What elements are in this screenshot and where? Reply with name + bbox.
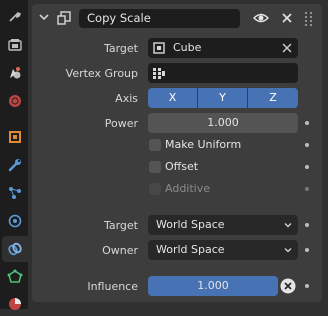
tab-world[interactable] [2,88,28,114]
tab-particles[interactable] [2,180,28,206]
chevron-down-icon[interactable] [38,11,50,23]
vertex-group-label: Vertex Group [65,67,138,80]
render-icon [8,39,22,51]
keyframe-dot-icon[interactable] [305,248,309,252]
owner-space-label: Owner [102,244,138,257]
object-type-icon [153,42,165,54]
tab-render[interactable] [2,32,28,58]
power-slider[interactable]: 1.000 [148,113,298,133]
owner-space-dropdown[interactable]: World Space [148,240,298,260]
target-label: Target [103,42,138,55]
tab-constraints[interactable] [2,236,28,262]
tab-material[interactable] [2,290,28,316]
constraint-header: Copy Scale [32,6,322,30]
power-label: Power [104,117,138,130]
physics-icon [8,214,22,228]
constraints-icon [8,242,22,256]
particles-icon [9,187,21,199]
axis-z-toggle[interactable]: Z [248,88,298,108]
tool-icon [9,12,22,22]
tab-data[interactable] [2,264,28,290]
data-icon [7,269,23,283]
influence-label: Influence [87,280,138,293]
chevron-down-icon [284,248,292,253]
keyframe-dot-icon[interactable] [305,284,309,288]
world-icon [9,95,21,107]
tab-modifiers[interactable] [2,152,28,178]
make-uniform-checkbox[interactable] [149,139,161,151]
tab-tool[interactable] [2,4,28,30]
axis-x-toggle[interactable]: X [148,88,197,108]
keyframe-dot-icon[interactable] [305,143,309,147]
make-uniform-label[interactable]: Make Uniform [165,138,241,151]
tab-output[interactable] [2,60,28,86]
tab-physics[interactable] [2,208,28,234]
drag-grip-icon[interactable] [302,10,316,26]
target-space-label: Target [103,219,138,232]
target-object-value: Cube [173,41,202,54]
additive-label[interactable]: Additive [165,182,210,195]
axis-label: Axis [115,92,138,105]
influence-slider[interactable]: 1.000 [148,276,278,296]
close-icon[interactable] [279,10,295,26]
disable-keep-transform-button[interactable] [279,277,297,295]
keyframe-dot-icon[interactable] [305,223,309,227]
keyframe-dot-icon[interactable] [305,121,309,125]
target-space-value: World Space [156,218,225,231]
keyframe-dot-icon[interactable] [305,165,309,169]
eye-icon[interactable] [253,10,269,26]
vertex-group-field[interactable] [148,63,298,83]
offset-checkbox[interactable] [149,161,161,173]
target-space-dropdown[interactable]: World Space [148,215,298,235]
keyframe-dot-icon[interactable] [305,187,309,191]
tab-object[interactable] [2,124,28,150]
clear-x-icon[interactable] [282,43,292,53]
axis-y-toggle[interactable]: Y [198,88,247,108]
offset-label[interactable]: Offset [165,160,198,173]
object-icon [9,131,21,143]
modifier-wrench-icon [8,159,21,172]
influence-value: 1.000 [197,279,229,292]
additive-checkbox[interactable] [149,183,161,195]
owner-space-value: World Space [156,243,225,256]
output-icon [10,67,21,79]
properties-tab-sidebar [0,0,28,310]
copy-scale-constraint-icon [57,11,71,25]
constraint-name-field[interactable]: Copy Scale [79,9,240,28]
target-object-field[interactable]: Cube [148,38,298,58]
vertex-group-icon [153,68,165,79]
chevron-down-icon [284,223,292,228]
x-circle-icon [280,278,296,294]
